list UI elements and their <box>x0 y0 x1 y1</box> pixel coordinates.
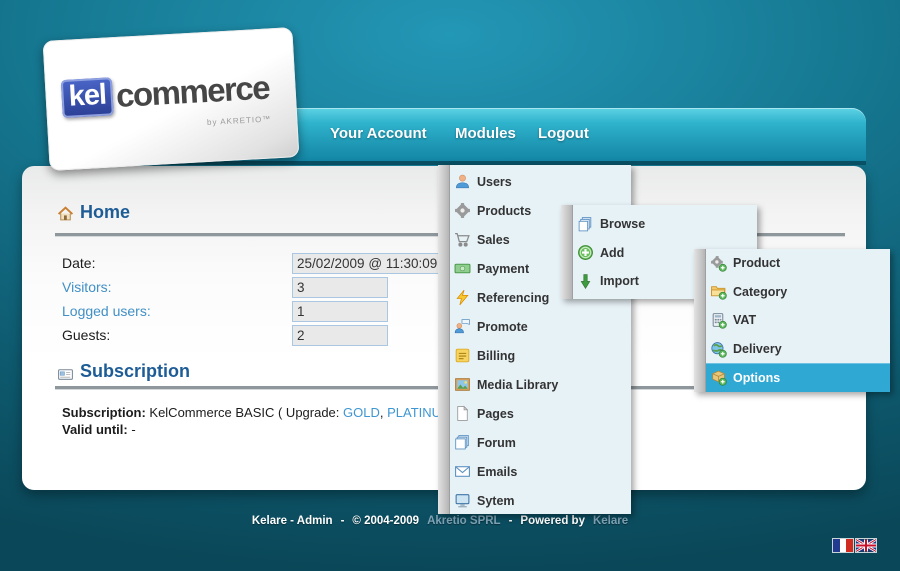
add-icon <box>577 244 594 261</box>
logo-commerce-text: commerce <box>115 69 270 115</box>
upgrade-link-gold[interactable]: GOLD <box>343 405 380 420</box>
menu-item-media-library[interactable]: Media Library <box>450 370 631 399</box>
nav-item-logout[interactable]: Logout <box>538 125 589 142</box>
menu-item-label: Referencing <box>477 291 549 305</box>
flag-blue-band <box>833 539 840 552</box>
menu-item-label: Promote <box>477 320 528 334</box>
subscription-section-title: Subscription <box>80 361 190 382</box>
menu-item-options[interactable]: Options <box>706 363 890 392</box>
footer-text: Kelare - Admin <box>252 515 333 527</box>
payment-icon <box>454 260 471 277</box>
users-icon <box>454 173 471 190</box>
product-add-icon <box>710 255 727 272</box>
delivery-add-icon <box>710 341 727 358</box>
subscription-icon <box>57 366 74 383</box>
home-section-title: Home <box>80 202 130 223</box>
menu-item-label: Category <box>733 285 787 299</box>
menu-item-label: Emails <box>477 465 517 479</box>
referencing-icon <box>454 289 471 306</box>
logged-users-input[interactable] <box>292 301 388 322</box>
billing-icon <box>454 347 471 364</box>
footer-text: Powered by <box>520 515 585 527</box>
emails-icon <box>454 463 471 480</box>
guests-label: Guests: <box>62 327 110 343</box>
visitors-input[interactable] <box>292 277 388 298</box>
subscription-label: Subscription: <box>62 405 146 420</box>
date-label: Date: <box>62 255 95 271</box>
footer-text: Kelare <box>593 515 628 527</box>
menu-item-label: Options <box>733 371 780 385</box>
menu-item-browse[interactable]: Browse <box>573 210 757 239</box>
date-input[interactable] <box>292 253 453 274</box>
submenu-left-strip <box>561 205 573 299</box>
forum-icon <box>454 434 471 451</box>
subscription-line1: Subscription: KelCommerce BASIC ( Upgrad… <box>62 404 452 421</box>
footer-text: Akretio SPRL <box>427 515 501 527</box>
media-library-icon <box>454 376 471 393</box>
sales-icon <box>454 231 471 248</box>
menu-item-label: Media Library <box>477 378 558 392</box>
browse-icon <box>577 216 594 233</box>
visitors-label[interactable]: Visitors: <box>62 279 112 295</box>
kelcommerce-logo: kelcommerce <box>61 69 270 119</box>
logo-card: kelcommerce by AKRETIO™ <box>43 27 300 171</box>
import-icon <box>577 273 594 290</box>
valid-until-value: - <box>128 422 136 437</box>
nav-item-modules[interactable]: Modules <box>455 125 516 142</box>
uk-flag-graphic <box>856 539 876 552</box>
menu-item-label: Sales <box>477 233 510 247</box>
guests-input[interactable] <box>292 325 388 346</box>
footer-text: - <box>509 515 513 527</box>
menu-item-product[interactable]: Product <box>706 249 890 278</box>
footer-credits: Kelare - Admin-© 2004-2009Akretio SPRL-P… <box>0 515 880 527</box>
menu-item-label: Browse <box>600 217 645 231</box>
menu-item-label: Product <box>733 256 780 270</box>
products-icon <box>454 202 471 219</box>
promote-icon <box>454 318 471 335</box>
nav-item-your-account[interactable]: Your Account <box>330 125 427 142</box>
menu-item-label: Add <box>600 246 624 260</box>
footer-text: © 2004-2009 <box>352 515 419 527</box>
menu-item-label: Delivery <box>733 342 782 356</box>
menu-item-emails[interactable]: Emails <box>450 457 631 486</box>
submenu-left-strip <box>694 249 706 392</box>
french-flag[interactable] <box>833 539 853 552</box>
logo-kel-badge: kel <box>61 77 114 118</box>
vat-add-icon <box>710 312 727 329</box>
flag-white-band <box>840 539 847 552</box>
menu-item-category[interactable]: Category <box>706 278 890 307</box>
menu-item-label: VAT <box>733 313 756 327</box>
menu-item-label: Pages <box>477 407 514 421</box>
menu-item-billing[interactable]: Billing <box>450 341 631 370</box>
menu-item-label: Sytem <box>477 494 515 508</box>
flag-red-band <box>846 539 853 552</box>
menu-item-pages[interactable]: Pages <box>450 399 631 428</box>
uk-flag[interactable] <box>856 539 876 552</box>
system-icon <box>454 492 471 509</box>
subscription-line2: Valid until: - <box>62 421 136 438</box>
menu-item-forum[interactable]: Forum <box>450 428 631 457</box>
home-icon <box>57 205 74 222</box>
menu-item-label: Forum <box>477 436 516 450</box>
category-add-icon <box>710 283 727 300</box>
logged-users-label[interactable]: Logged users: <box>62 303 151 319</box>
logo-tagline: by AKRETIO™ <box>207 114 272 127</box>
pages-icon <box>454 405 471 422</box>
menu-item-label: Payment <box>477 262 529 276</box>
footer-text: - <box>341 515 345 527</box>
options-add-icon <box>710 369 727 386</box>
menu-item-sytem[interactable]: Sytem <box>450 486 631 515</box>
menu-item-label: Users <box>477 175 512 189</box>
menu-item-promote[interactable]: Promote <box>450 312 631 341</box>
menu-item-users[interactable]: Users <box>450 167 631 196</box>
add-submenu: Product Category VAT Delivery Options <box>694 249 890 392</box>
menu-item-label: Products <box>477 204 531 218</box>
menu-item-vat[interactable]: VAT <box>706 306 890 335</box>
add-submenu-items: Product Category VAT Delivery Options <box>706 249 890 392</box>
menu-item-delivery[interactable]: Delivery <box>706 335 890 364</box>
valid-until-label: Valid until: <box>62 422 128 437</box>
menu-left-strip <box>438 165 450 514</box>
menu-item-label: Import <box>600 274 639 288</box>
menu-item-label: Billing <box>477 349 515 363</box>
